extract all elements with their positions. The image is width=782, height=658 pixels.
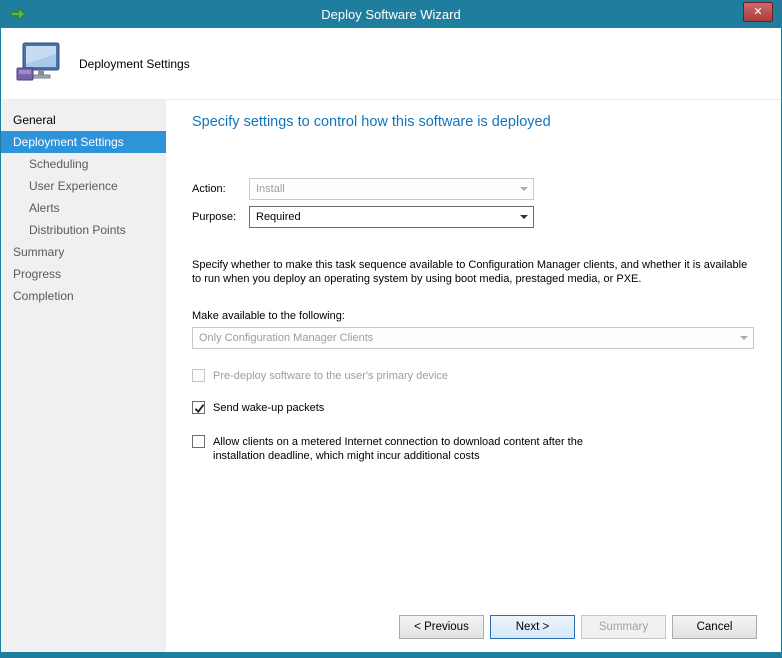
action-value: Install <box>256 183 285 195</box>
next-button[interactable]: Next > <box>490 615 575 639</box>
deployment-description-text: Specify whether to make this task sequen… <box>192 258 754 286</box>
deploy-software-computer-icon <box>15 41 63 87</box>
titlebar: Deploy Software Wizard ✕ <box>1 0 781 28</box>
purpose-value: Required <box>256 211 301 223</box>
page-title: Deployment Settings <box>79 57 190 71</box>
sidebar-item-alerts[interactable]: Alerts <box>1 197 166 219</box>
wizard-nav-sidebar: General Deployment Settings Scheduling U… <box>1 100 166 652</box>
wizard-footer: < Previous Next > Summary Cancel <box>399 615 757 639</box>
summary-button: Summary <box>581 615 666 639</box>
close-icon: ✕ <box>753 6 762 18</box>
purpose-row: Purpose: Required <box>192 206 754 228</box>
predeploy-checkbox-row: Pre-deploy software to the user's primar… <box>192 369 754 383</box>
action-purpose-block: Action: Install Purpose: Required <box>192 178 754 228</box>
action-dropdown: Install <box>249 178 534 200</box>
close-button[interactable]: ✕ <box>743 2 773 22</box>
predeploy-checkbox-label: Pre-deploy software to the user's primar… <box>213 369 448 383</box>
chevron-down-icon <box>514 207 533 227</box>
check-icon <box>193 402 206 415</box>
deploy-software-wizard-window: Deploy Software Wizard ✕ Deployment Sett… <box>0 0 782 658</box>
wizard-forward-arrow-icon <box>9 5 27 23</box>
predeploy-checkbox <box>192 369 205 382</box>
wizard-page-content: Specify settings to control how this sof… <box>166 100 781 652</box>
wakeup-checkbox[interactable] <box>192 401 205 414</box>
wizard-page-header: Deployment Settings <box>1 28 781 100</box>
wakeup-checkbox-label: Send wake-up packets <box>213 401 324 415</box>
sidebar-item-user-experience[interactable]: User Experience <box>1 175 166 197</box>
action-label: Action: <box>192 183 249 195</box>
sidebar-item-progress[interactable]: Progress <box>1 263 166 285</box>
sidebar-item-scheduling[interactable]: Scheduling <box>1 153 166 175</box>
purpose-dropdown[interactable]: Required <box>249 206 534 228</box>
sidebar-item-distribution-points[interactable]: Distribution Points <box>1 219 166 241</box>
purpose-label: Purpose: <box>192 211 249 223</box>
make-available-value: Only Configuration Manager Clients <box>199 332 373 344</box>
metered-checkbox[interactable] <box>192 435 205 448</box>
sidebar-item-deployment-settings[interactable]: Deployment Settings <box>1 131 166 153</box>
wizard-body: General Deployment Settings Scheduling U… <box>1 100 781 652</box>
chevron-down-icon <box>734 328 753 348</box>
previous-button[interactable]: < Previous <box>399 615 484 639</box>
chevron-down-icon <box>514 179 533 199</box>
action-row: Action: Install <box>192 178 754 200</box>
sidebar-item-summary[interactable]: Summary <box>1 241 166 263</box>
sidebar-item-completion[interactable]: Completion <box>1 285 166 307</box>
sidebar-item-general[interactable]: General <box>1 109 166 131</box>
metered-checkbox-label: Allow clients on a metered Internet conn… <box>213 435 613 463</box>
wakeup-checkbox-row: Send wake-up packets <box>192 401 754 415</box>
content-heading: Specify settings to control how this sof… <box>192 114 754 130</box>
metered-checkbox-row: Allow clients on a metered Internet conn… <box>192 435 754 463</box>
window-bottom-edge <box>1 652 781 658</box>
make-available-label: Make available to the following: <box>192 310 754 322</box>
cancel-button[interactable]: Cancel <box>672 615 757 639</box>
window-title: Deploy Software Wizard <box>321 7 460 22</box>
make-available-dropdown: Only Configuration Manager Clients <box>192 327 754 349</box>
